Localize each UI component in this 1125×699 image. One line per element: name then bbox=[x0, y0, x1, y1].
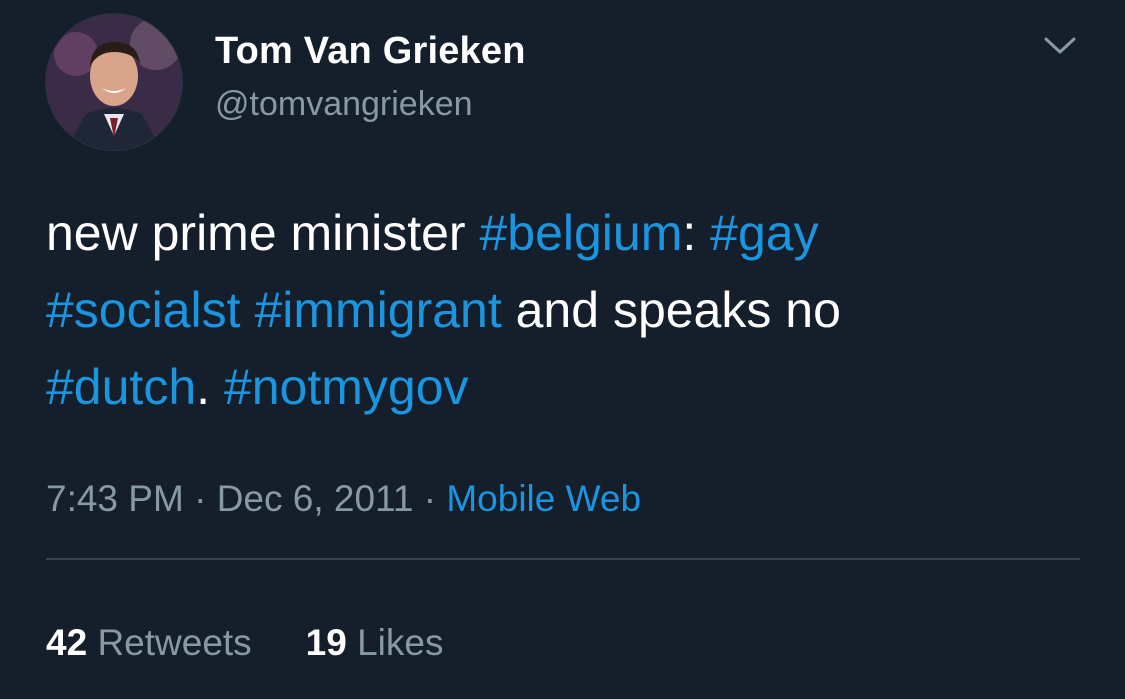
likes-count: 19 bbox=[305, 622, 347, 663]
avatar[interactable] bbox=[46, 14, 182, 150]
tweet-text-segment bbox=[241, 282, 255, 338]
tweet-time[interactable]: 7:43 PM bbox=[46, 478, 184, 519]
hashtag-link[interactable]: #immigrant bbox=[254, 282, 501, 338]
meta-separator: · bbox=[183, 478, 217, 519]
divider bbox=[46, 558, 1080, 560]
author-handle[interactable]: @tomvangrieken bbox=[215, 85, 473, 124]
likes-label: Likes bbox=[357, 622, 444, 663]
retweets-stat[interactable]: 42 Retweets bbox=[46, 622, 252, 663]
retweets-count: 42 bbox=[46, 622, 88, 663]
tweet-text-segment: and speaks no bbox=[501, 282, 841, 338]
author-name[interactable]: Tom Van Grieken bbox=[215, 30, 526, 73]
tweet-source-link[interactable]: Mobile Web bbox=[446, 478, 641, 519]
hashtag-link[interactable]: #socialst bbox=[46, 282, 241, 338]
tweet-text-segment: . bbox=[196, 359, 224, 415]
hashtag-link[interactable]: #belgium bbox=[479, 205, 682, 261]
profile-photo-icon bbox=[46, 14, 182, 150]
tweet-text-segment: new prime minister bbox=[46, 205, 480, 261]
hashtag-link[interactable]: #dutch bbox=[46, 359, 196, 415]
hashtag-link[interactable]: #gay bbox=[710, 205, 818, 261]
retweets-label: Retweets bbox=[97, 622, 252, 663]
meta-separator: · bbox=[413, 478, 447, 519]
tweet-text: new prime minister #belgium: #gay #social… bbox=[46, 195, 1086, 426]
hashtag-link[interactable]: #notmygov bbox=[224, 359, 469, 415]
chevron-down-icon[interactable] bbox=[1040, 30, 1080, 60]
tweet-text-line: #dutch. #notmygov bbox=[46, 349, 1086, 426]
tweet-stats: 42 Retweets 19 Likes bbox=[46, 622, 444, 664]
tweet-meta: 7:43 PM · Dec 6, 2011 · Mobile Web bbox=[46, 478, 641, 520]
likes-stat[interactable]: 19 Likes bbox=[306, 622, 444, 663]
tweet-date[interactable]: Dec 6, 2011 bbox=[217, 478, 414, 519]
tweet-text-line: #socialst #immigrant and speaks no bbox=[46, 272, 1086, 349]
tweet-text-line: new prime minister #belgium: #gay bbox=[46, 195, 1086, 272]
tweet-card: Tom Van Grieken @tomvangrieken new prime… bbox=[0, 0, 1125, 699]
tweet-text-segment: : bbox=[682, 205, 711, 261]
